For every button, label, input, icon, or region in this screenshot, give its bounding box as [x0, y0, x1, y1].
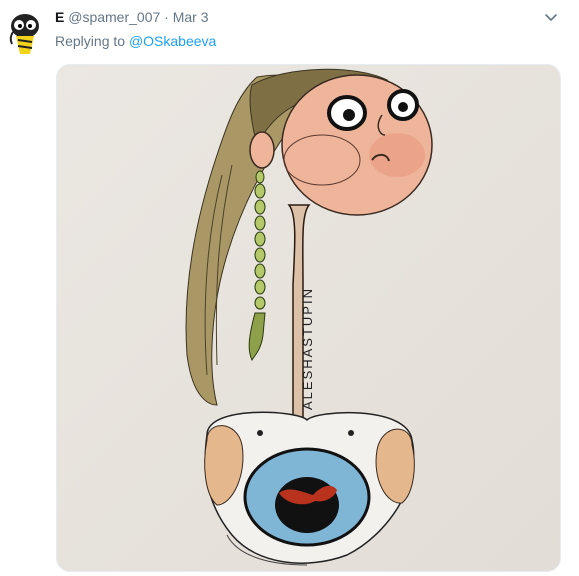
- reply-context: Replying to @OSkabeeva: [55, 32, 216, 50]
- user-handle[interactable]: @spamer_007: [68, 9, 160, 25]
- tweet-media-image[interactable]: ALESHASTUPIN: [56, 64, 561, 572]
- display-name[interactable]: E: [55, 9, 64, 25]
- cartoon-avatar-icon: [9, 14, 39, 54]
- avatar[interactable]: [6, 12, 44, 56]
- reply-to-link[interactable]: @OSkabeeva: [129, 33, 216, 49]
- neck-lettering: ALESHASTUPIN: [300, 287, 315, 410]
- timestamp[interactable]: Mar 3: [173, 9, 209, 25]
- separator-dot: ·: [164, 9, 169, 25]
- reply-prefix: Replying to: [55, 33, 126, 49]
- tweet: E @spamer_007 · Mar 3 Replying to @OSkab…: [0, 0, 579, 576]
- chevron-down-icon: [545, 14, 557, 21]
- drawing-illustration: ALESHASTUPIN: [57, 65, 560, 571]
- tweet-header: E @spamer_007 · Mar 3: [55, 8, 209, 26]
- tweet-menu-button[interactable]: [543, 10, 559, 26]
